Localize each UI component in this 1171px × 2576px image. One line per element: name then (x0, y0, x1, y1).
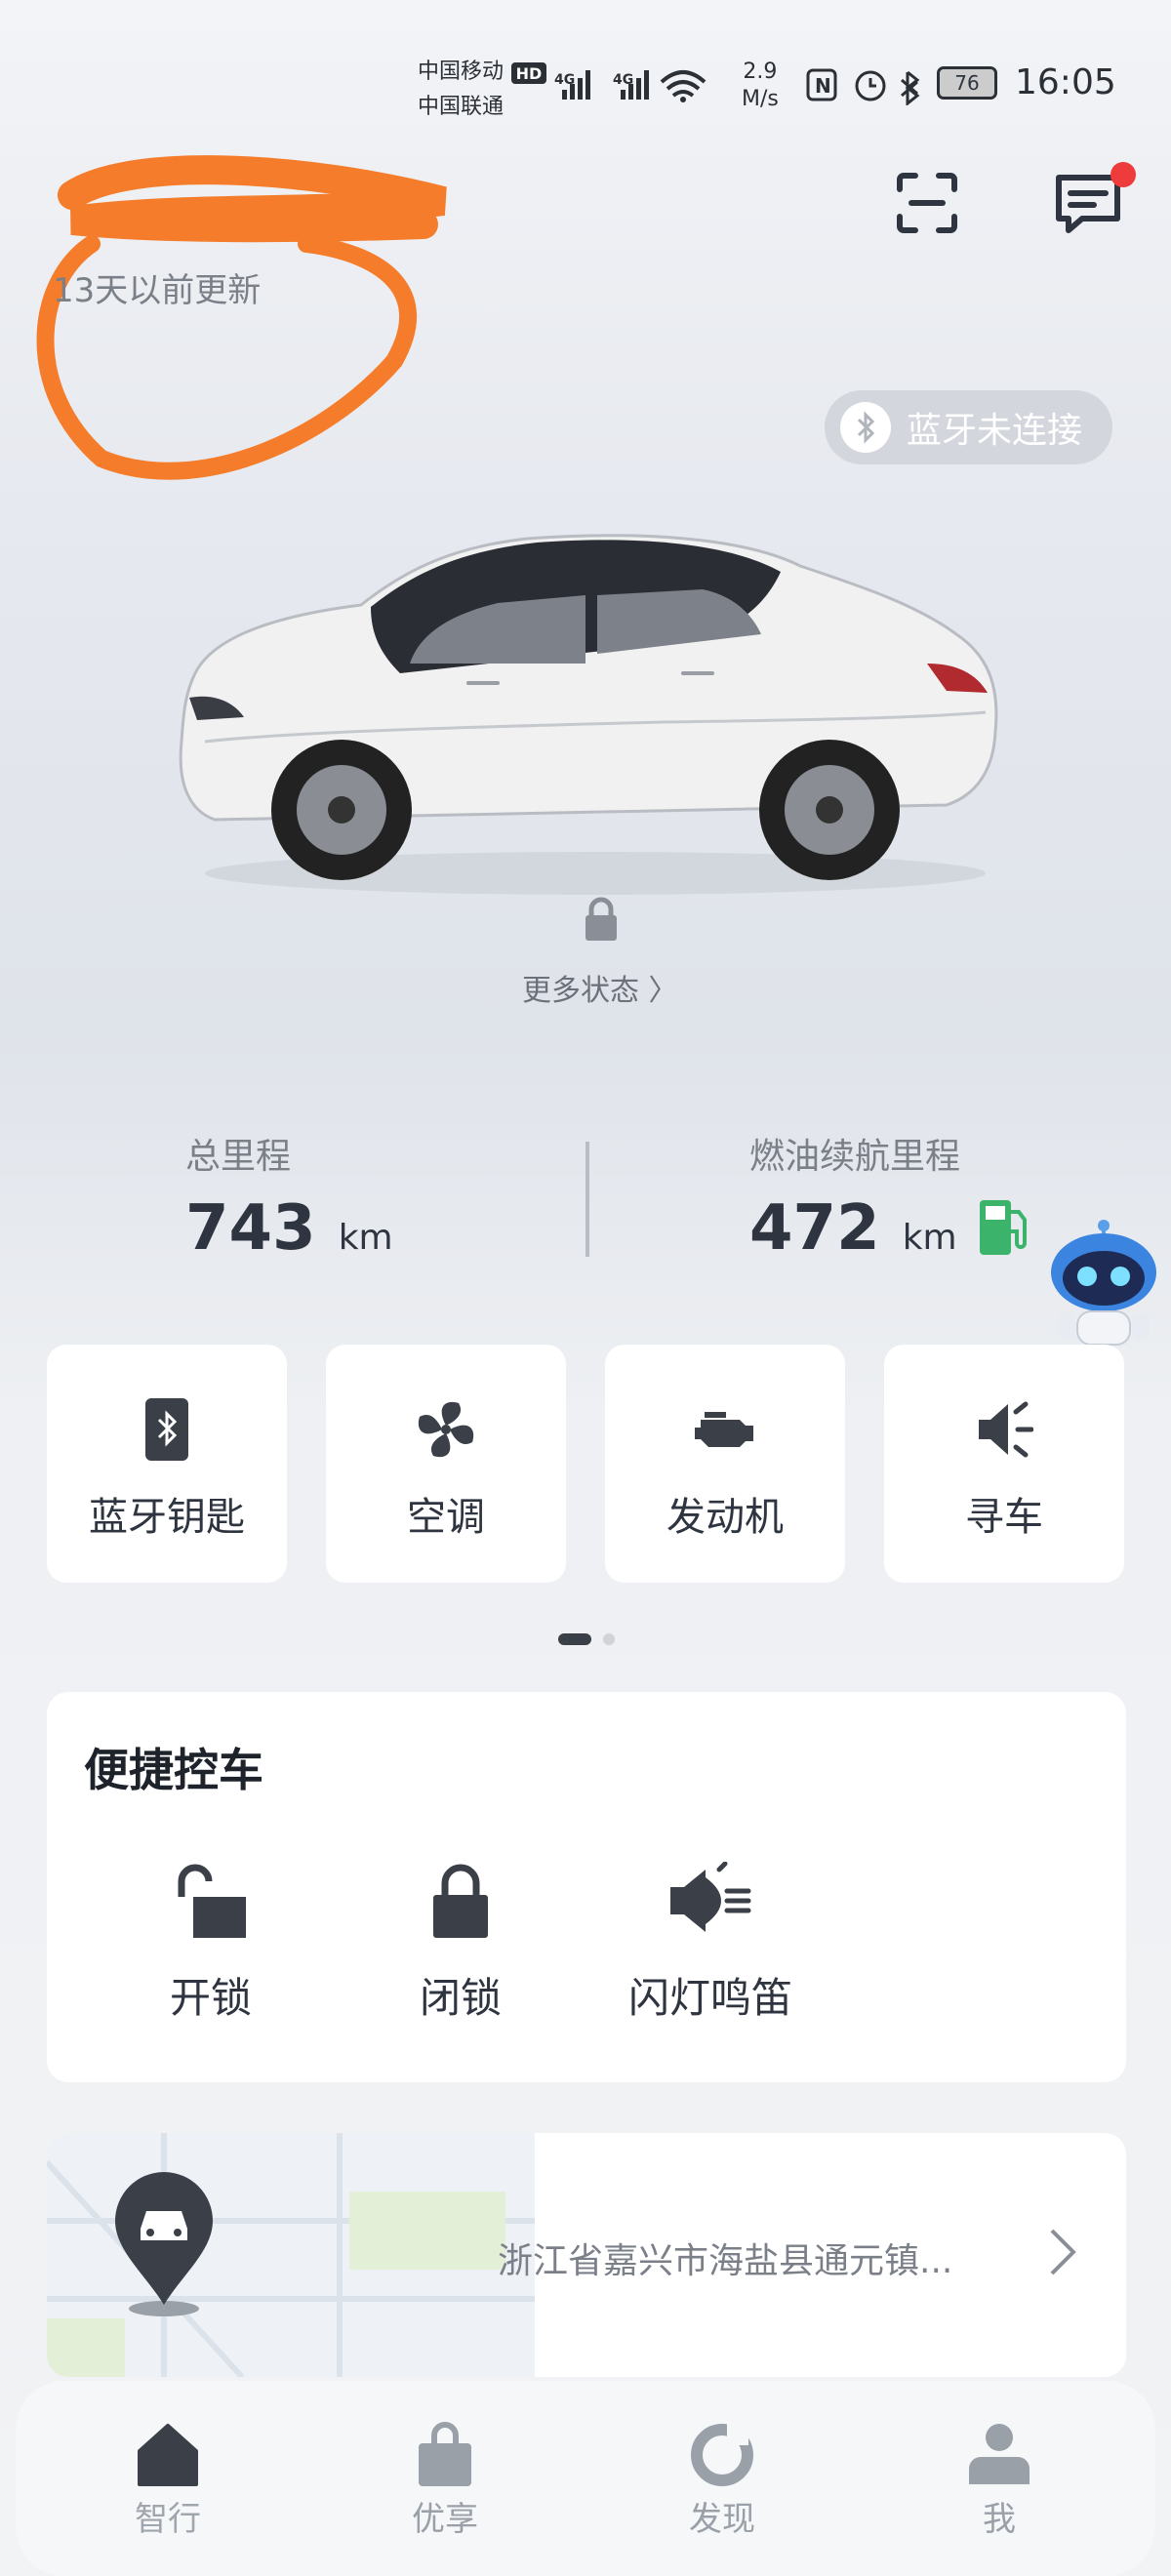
svg-text:N: N (815, 74, 831, 98)
control-label: 开锁 (169, 1974, 252, 2022)
nav-smart-drive[interactable]: 智行 (90, 2420, 246, 2540)
engine-icon (691, 1395, 759, 1464)
lock-icon (433, 1864, 488, 1938)
nav-me[interactable]: 我 (921, 2420, 1077, 2540)
person-icon (969, 2424, 1030, 2484)
scan-button[interactable] (888, 164, 966, 242)
nav-discover[interactable]: 发现 (644, 2420, 800, 2540)
nav-label: 优享 (412, 2500, 478, 2539)
total-mileage: 总里程 743 km (185, 1128, 393, 1265)
pager-dot-active[interactable] (558, 1633, 591, 1645)
lock-button[interactable]: 闭锁 (363, 1862, 558, 2025)
scan-icon (897, 173, 957, 233)
fuel-range: 燃油续航里程 472 km (749, 1128, 960, 1265)
carrier-1: 中国移动 (418, 60, 505, 84)
quick-action-label: 寻车 (965, 1495, 1043, 1540)
nav-label: 发现 (689, 2500, 755, 2539)
battery-indicator: 76 (937, 66, 997, 100)
assistant-robot-icon[interactable] (1044, 1218, 1163, 1354)
convenient-control-card: 便捷控车 开锁 闭锁 闪灯鸣笛 (47, 1692, 1126, 2082)
vehicle-location-card[interactable]: 浙江省嘉兴市海盐县通元镇... (47, 2133, 1126, 2377)
quick-action-label: 蓝牙钥匙 (89, 1495, 245, 1540)
total-mileage-unit: km (338, 1218, 393, 1258)
net-speed: 2.9 M/s (742, 59, 779, 113)
discover-icon (691, 2424, 753, 2486)
home-icon (138, 2424, 198, 2486)
quick-action-label: 空调 (407, 1495, 485, 1540)
more-status-link[interactable]: 更多状态 〉 (522, 966, 678, 1009)
bluetooth-status-pill[interactable]: 蓝牙未连接 (825, 390, 1112, 464)
bluetooth-status-label: 蓝牙未连接 (907, 411, 1083, 451)
bluetooth-key-icon (133, 1395, 201, 1464)
convenient-control-title: 便捷控车 (84, 1744, 263, 1796)
flash-horn-icon (670, 1862, 751, 1932)
nav-benefits[interactable]: 优享 (367, 2420, 523, 2540)
vehicle-image (179, 534, 998, 895)
total-mileage-value: 743 (185, 1192, 316, 1265)
flash-horn-button[interactable]: 闪灯鸣笛 (613, 1862, 808, 2025)
unlock-icon (178, 1864, 246, 1938)
fan-icon (412, 1395, 480, 1464)
redaction-scribble (36, 155, 447, 480)
carrier-2: 中国联通 (418, 95, 505, 119)
quick-action-ac[interactable]: 空调 (326, 1345, 566, 1583)
vehicle-address: 浙江省嘉兴市海盐县通元镇... (498, 2241, 953, 2281)
net-speed-unit: M/s (742, 87, 779, 111)
fuel-range-label: 燃油续航里程 (749, 1137, 961, 1177)
bottom-nav: 智行 优享 发现 我 (16, 2381, 1155, 2576)
mileage-divider (586, 1142, 589, 1257)
svg-text:4G: 4G (613, 72, 633, 88)
fuel-pump-icon (980, 1200, 1027, 1255)
net-speed-value: 2.9 (743, 60, 778, 84)
status-bar: 中国移动 中国联通 HD 4G 4G 2.9 M/s N 76 16:05 (0, 0, 1171, 156)
status-icons: N (806, 68, 920, 105)
quick-action-label: 发动机 (666, 1495, 784, 1540)
control-label: 闭锁 (419, 1974, 502, 2022)
pager-dot[interactable] (603, 1633, 615, 1645)
car-location-pin-icon (115, 2172, 213, 2316)
chevron-right-icon (1050, 2229, 1076, 2275)
nav-label: 智行 (135, 2500, 201, 2539)
total-mileage-label: 总里程 (185, 1137, 292, 1177)
nav-label: 我 (983, 2500, 1016, 2539)
quick-action-find-car[interactable]: 寻车 (884, 1345, 1124, 1583)
horn-icon (970, 1395, 1038, 1464)
svg-text:4G: 4G (554, 72, 575, 88)
update-time: 13天以前更新 (53, 271, 262, 310)
vehicle-lock-icon (586, 897, 617, 941)
signal-icon: HD 4G 4G (511, 62, 707, 102)
bluetooth-icon (840, 402, 891, 453)
quick-action-bluetooth-key[interactable]: 蓝牙钥匙 (47, 1345, 287, 1583)
status-time: 16:05 (1015, 62, 1116, 102)
unlock-button[interactable]: 开锁 (113, 1862, 308, 2025)
fuel-range-unit: km (902, 1218, 957, 1258)
quick-action-engine[interactable]: 发动机 (605, 1345, 845, 1583)
control-label: 闪灯鸣笛 (627, 1974, 792, 2022)
hd-badge: HD (516, 64, 543, 83)
shopping-bag-icon (419, 2422, 471, 2486)
notification-dot (1110, 162, 1136, 187)
carrier-info: 中国移动 中国联通 (418, 55, 504, 125)
fuel-range-value: 472 (749, 1192, 880, 1265)
